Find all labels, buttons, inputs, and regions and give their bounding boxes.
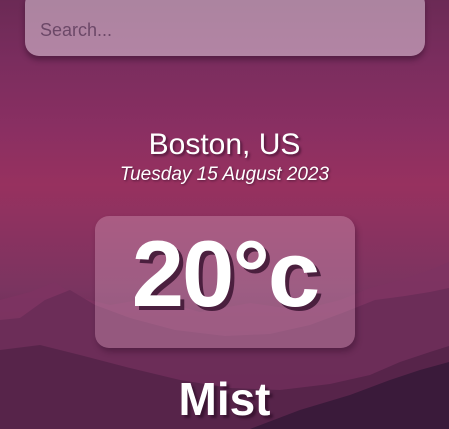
- mountain-background: [0, 262, 449, 429]
- search-input[interactable]: [40, 18, 410, 42]
- search-box: [25, 0, 425, 56]
- location-label: Boston, US: [148, 128, 301, 161]
- temperature-card: 20°c: [95, 216, 355, 348]
- date-label: Tuesday 15 August 2023: [119, 164, 330, 185]
- temperature-value: 20°c: [131, 221, 320, 326]
- weather-condition: Mist: [178, 373, 271, 425]
